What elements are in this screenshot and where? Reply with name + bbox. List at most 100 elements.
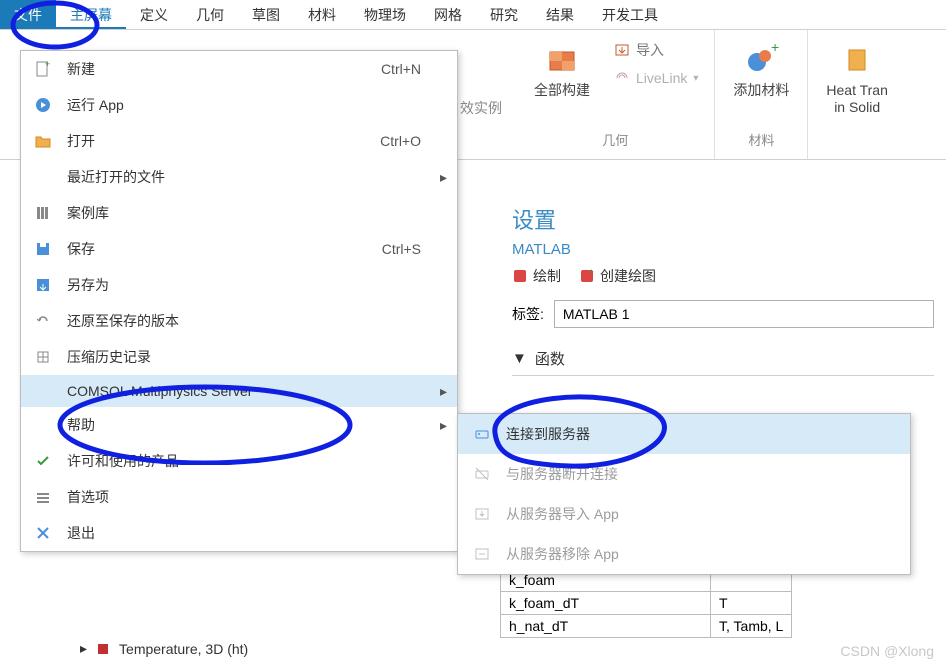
menu-open-shortcut: Ctrl+O [380,133,445,149]
fn-args: T, Tamb, L [711,615,792,638]
connect-icon [472,425,492,443]
menu-new[interactable]: + 新建 Ctrl+N [21,51,457,87]
menu-server-label: COMSOL Multiphysics Server [67,383,445,399]
chevron-right-icon: ▸ [440,383,447,400]
tab-material[interactable]: 材料 [294,0,350,29]
settings-subtitle: MATLAB [512,241,934,258]
fn-args: T [711,592,792,615]
menu-run-app-label: 运行 App [67,95,445,115]
submenu-connect[interactable]: 连接到服务器 [458,414,910,454]
tab-devtools[interactable]: 开发工具 [588,0,672,29]
menu-open[interactable]: 打开 Ctrl+O [21,123,457,159]
menu-saveas[interactable]: 另存为 [21,267,457,303]
ribbon-group-label-geom: 几何 [602,130,628,153]
heat-transfer-label: Heat Tran in Solid [826,82,887,116]
create-plot-icon: + [579,268,595,284]
create-plot-label: 创建绘图 [600,266,656,286]
submenu-remove-app[interactable]: 从服务器移除 App [458,534,910,574]
section-functions[interactable]: ▼ 函数 [512,342,934,376]
menu-help-label: 帮助 [67,415,445,435]
library-icon [33,204,53,222]
menu-server[interactable]: COMSOL Multiphysics Server ▸ [21,375,457,407]
heat-transfer-button[interactable]: Heat Tran in Solid [822,36,891,122]
server-submenu: 连接到服务器 与服务器断开连接 从服务器导入 App 从服务器移除 App [457,413,911,575]
menu-run-app[interactable]: 运行 App [21,87,457,123]
tab-file[interactable]: 文件 [0,0,56,29]
heat-transfer-icon [839,42,875,78]
submenu-disconnect-label: 与服务器断开连接 [506,464,618,484]
fn-name: h_nat_dT [501,615,711,638]
livelink-button[interactable]: LiveLink ▾ [612,66,700,90]
tree-expand-icon: ▸ [80,640,87,657]
menu-tabs: 文件 主屏幕 定义 几何 草图 材料 物理场 网格 研究 结果 开发工具 [0,0,946,30]
tab-home[interactable]: 主屏幕 [56,0,126,29]
tab-sketch[interactable]: 草图 [238,0,294,29]
watermark: CSDN @Xlong [840,643,934,659]
menu-prefs-label: 首选项 [67,487,445,507]
tag-input[interactable] [554,300,934,328]
create-plot-button[interactable]: + 创建绘图 [579,266,656,286]
menu-compress-label: 压缩历史记录 [67,347,445,367]
menu-help[interactable]: 帮助 ▸ [21,407,457,443]
doc-plus-icon: + [33,60,53,78]
svg-text:+: + [771,42,779,55]
import-app-icon [472,505,492,523]
svg-text:+: + [45,60,50,69]
import-icon [614,42,630,58]
file-menu: + 新建 Ctrl+N 运行 App 打开 Ctrl+O 最近打开的文件 ▸ 案… [20,50,458,552]
tree-item[interactable]: ▸ Temperature, 3D (ht) [80,640,248,657]
tab-mesh[interactable]: 网格 [420,0,476,29]
clipped-text: 效实例 [460,98,502,118]
check-icon [33,452,53,470]
menu-library[interactable]: 案例库 [21,195,457,231]
disconnect-icon [472,465,492,483]
settings-panel: 设置 MATLAB 绘制 + 创建绘图 标签: ▼ 函数 [500,195,946,384]
section-functions-label: 函数 [535,348,565,369]
cube-icon [95,641,111,657]
tab-define[interactable]: 定义 [126,0,182,29]
svg-text:+: + [589,268,594,276]
menu-save[interactable]: 保存 Ctrl+S [21,231,457,267]
plot-label: 绘制 [533,266,561,286]
ribbon-group-geometry: 全部构建 导入 LiveLink ▾ 几何 [460,30,715,159]
tab-study[interactable]: 研究 [476,0,532,29]
import-button[interactable]: 导入 [612,36,700,64]
menu-prefs[interactable]: 首选项 [21,479,457,515]
menu-library-label: 案例库 [67,203,445,223]
menu-recent[interactable]: 最近打开的文件 ▸ [21,159,457,195]
submenu-import-app-label: 从服务器导入 App [506,504,619,524]
tab-physics[interactable]: 物理场 [350,0,420,29]
ribbon-group-material: + 添加材料 材料 [715,30,808,159]
submenu-remove-app-label: 从服务器移除 App [506,544,619,564]
table-row[interactable]: k_foam_dTT [501,592,792,615]
tab-results[interactable]: 结果 [532,0,588,29]
exit-icon [33,524,53,542]
menu-save-label: 保存 [67,239,368,259]
menu-exit[interactable]: 退出 [21,515,457,551]
table-row[interactable]: h_nat_dTT, Tamb, L [501,615,792,638]
disk-arrow-icon [33,276,53,294]
menu-license[interactable]: 许可和使用的产品 [21,443,457,479]
fn-name: k_foam_dT [501,592,711,615]
menu-revert[interactable]: 还原至保存的版本 [21,303,457,339]
prefs-icon [33,488,53,506]
tab-geometry[interactable]: 几何 [182,0,238,29]
plot-button[interactable]: 绘制 [512,266,561,286]
revert-icon [33,312,53,330]
submenu-disconnect[interactable]: 与服务器断开连接 [458,454,910,494]
compress-icon [33,348,53,366]
menu-license-label: 许可和使用的产品 [67,451,445,471]
chevron-right-icon: ▸ [440,417,447,434]
menu-open-label: 打开 [67,131,366,151]
livelink-icon [614,70,630,86]
menu-exit-label: 退出 [67,523,445,543]
menu-new-shortcut: Ctrl+N [381,61,445,77]
submenu-import-app[interactable]: 从服务器导入 App [458,494,910,534]
menu-recent-label: 最近打开的文件 [67,167,445,187]
menu-compress[interactable]: 压缩历史记录 [21,339,457,375]
build-all-icon [544,42,580,78]
add-material-button[interactable]: + 添加材料 [729,36,793,105]
plot-icon [512,268,528,284]
menu-saveas-label: 另存为 [67,275,445,295]
build-all-button[interactable]: 全部构建 [530,36,594,105]
